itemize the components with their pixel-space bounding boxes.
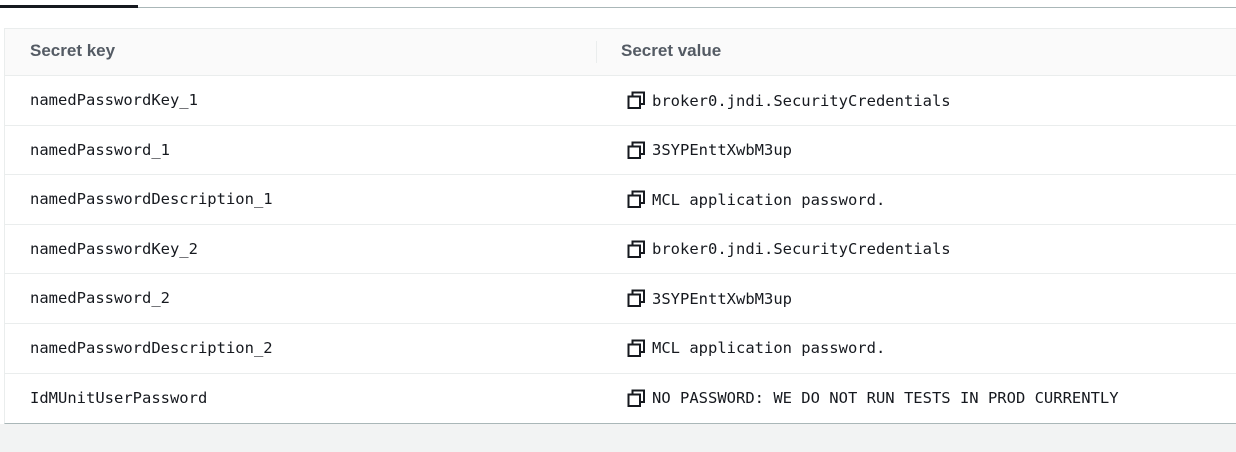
page-background-footer [0, 424, 1236, 452]
copy-icon[interactable] [627, 289, 646, 308]
copy-icon[interactable] [627, 190, 646, 209]
secret-value-cell: 3SYPEnttXwbM3up [627, 274, 792, 323]
table-row: namedPassword_1 3SYPEnttXwbM3up [5, 126, 1236, 176]
column-divider[interactable] [596, 41, 597, 63]
secret-value-cell: broker0.jndi.SecurityCredentials [627, 225, 951, 274]
table-row: namedPasswordDescription_2 MCL applicati… [5, 324, 1236, 374]
secret-value-text: 3SYPEnttXwbM3up [652, 141, 792, 160]
copy-icon[interactable] [627, 339, 646, 358]
table-row: namedPasswordKey_2 broker0.jndi.Security… [5, 225, 1236, 275]
secret-value-cell: NO PASSWORD: WE DO NOT RUN TESTS IN PROD… [627, 374, 1119, 423]
secret-key-cell: namedPasswordKey_2 [30, 239, 198, 258]
copy-icon[interactable] [627, 389, 646, 408]
secret-value-text: MCL application password. [652, 339, 886, 358]
tab-strip [0, 0, 1236, 8]
table-row: namedPassword_2 3SYPEnttXwbM3up [5, 274, 1236, 324]
secrets-table: Secret key Secret value namedPasswordKey… [4, 28, 1236, 424]
copy-icon[interactable] [627, 141, 646, 160]
table-row: namedPasswordDescription_1 MCL applicati… [5, 175, 1236, 225]
secret-key-cell: namedPassword_2 [30, 289, 170, 308]
column-header-secret-key[interactable]: Secret key [30, 29, 115, 75]
secret-key-cell: namedPassword_1 [30, 140, 170, 159]
table-body: namedPasswordKey_1 broker0.jndi.Security… [5, 76, 1236, 423]
secret-value-cell: MCL application password. [627, 324, 885, 373]
secret-value-text: NO PASSWORD: WE DO NOT RUN TESTS IN PROD… [652, 389, 1119, 408]
secret-key-cell: namedPasswordKey_1 [30, 91, 198, 109]
secret-key-cell: namedPasswordDescription_1 [30, 190, 273, 209]
column-header-secret-value[interactable]: Secret value [621, 29, 721, 75]
table-row: namedPasswordKey_1 broker0.jndi.Security… [5, 76, 1236, 126]
copy-icon[interactable] [627, 240, 646, 259]
table-row: IdMUnitUserPassword NO PASSWORD: WE DO N… [5, 374, 1236, 424]
secrets-page: Secret key Secret value namedPasswordKey… [0, 0, 1236, 452]
secret-key-cell: IdMUnitUserPassword [30, 388, 208, 407]
secret-value-text: broker0.jndi.SecurityCredentials [652, 240, 951, 259]
secret-value-text: broker0.jndi.SecurityCredentials [652, 91, 951, 110]
secret-value-text: MCL application password. [652, 190, 886, 209]
active-tab-indicator [0, 5, 138, 8]
secret-value-cell: 3SYPEnttXwbM3up [627, 126, 792, 175]
secret-value-text: 3SYPEnttXwbM3up [652, 289, 792, 308]
secret-key-cell: namedPasswordDescription_2 [30, 338, 273, 357]
table-header: Secret key Secret value [5, 29, 1236, 76]
copy-icon[interactable] [627, 91, 646, 110]
secret-value-cell: MCL application password. [627, 175, 885, 224]
secret-value-cell: broker0.jndi.SecurityCredentials [627, 76, 951, 125]
